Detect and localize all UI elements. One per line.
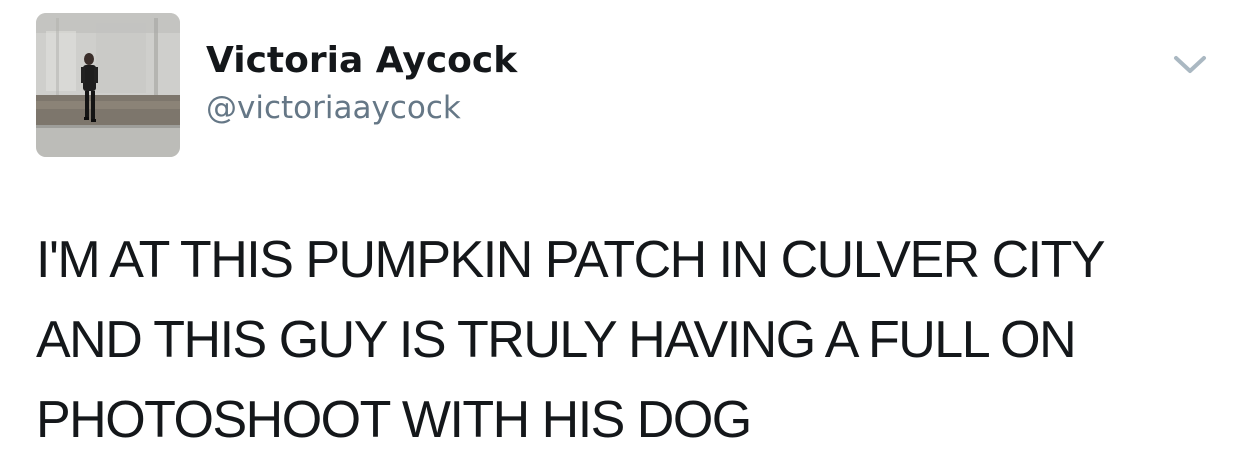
avatar[interactable]	[36, 13, 180, 157]
author-handle[interactable]: @victoriaaycock	[206, 89, 461, 127]
tweet-text-line: PHOTOSHOOT WITH HIS DOG	[36, 391, 752, 449]
avatar-photo	[36, 13, 180, 157]
tweet-text: I'M AT THIS PUMPKIN PATCH IN CULVER CITY…	[36, 220, 1226, 460]
tweet-card: Victoria Aycock @victoriaaycock I'M AT T…	[0, 0, 1242, 467]
chevron-down-icon	[1174, 56, 1206, 73]
tweet-text-line: I'M AT THIS PUMPKIN PATCH IN CULVER CITY	[36, 231, 1106, 289]
tweet-text-line: AND THIS GUY IS TRULY HAVING A FULL ON	[36, 311, 1077, 369]
author-display-name[interactable]: Victoria Aycock	[206, 40, 517, 82]
tweet-menu-button[interactable]	[1170, 50, 1210, 80]
